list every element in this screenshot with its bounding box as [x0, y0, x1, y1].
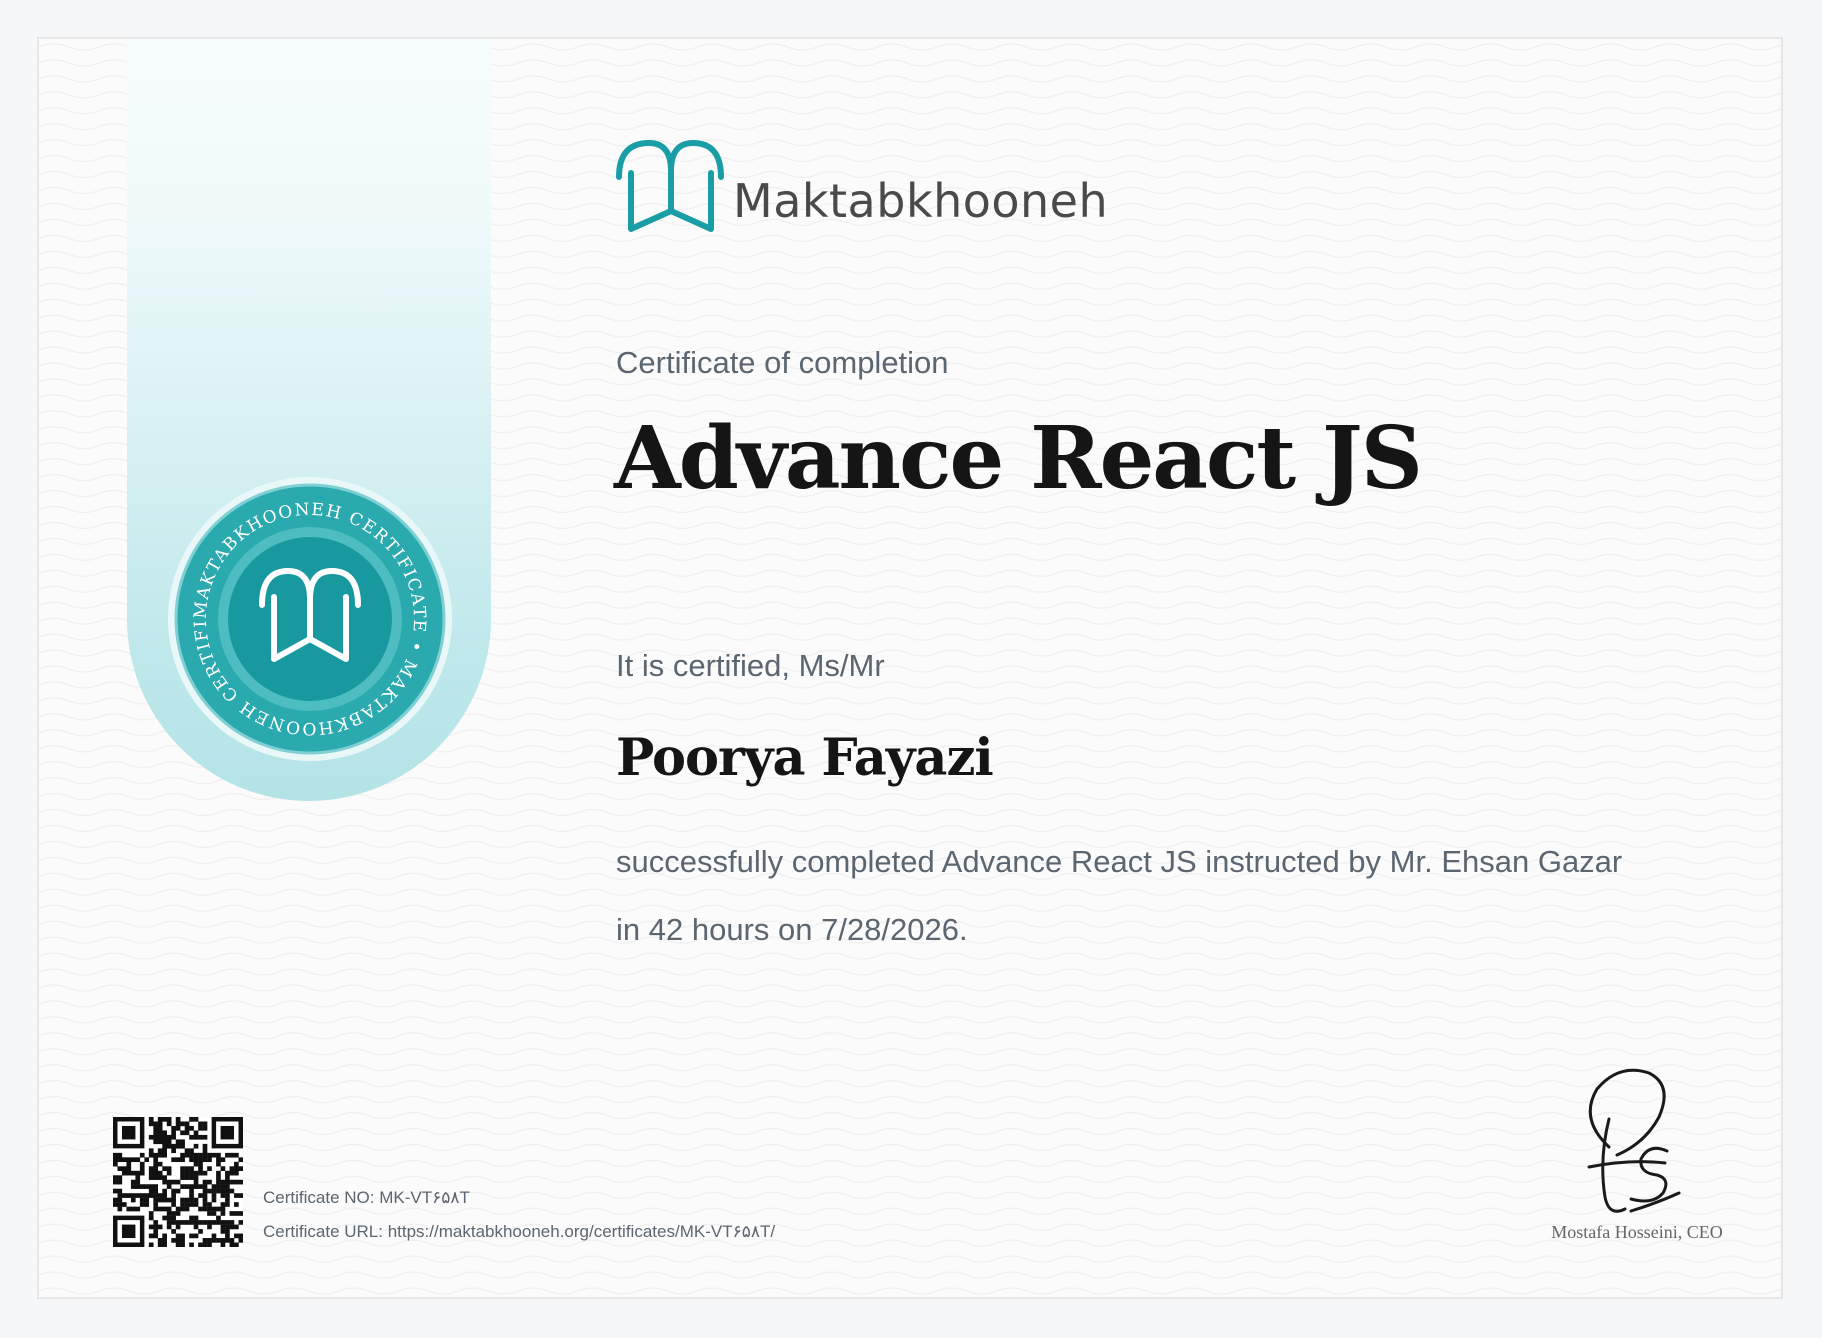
- certificate-url[interactable]: Certificate URL: https://maktabkhooneh.o…: [263, 1222, 775, 1242]
- certified-label: It is certified, Ms/Mr: [616, 648, 885, 683]
- recipient-name: Poorya Fayazi: [616, 728, 994, 788]
- certificate-number: Certificate NO: MK-VT۶۵۸T: [263, 1188, 470, 1207]
- certificate-document: MAKTABKHOONEH CERTIFICATE • MAKTABKHOONE…: [37, 37, 1783, 1299]
- signer-name: Mostafa Hosseini, CEO: [1551, 1222, 1723, 1242]
- certificate-seal-icon: MAKTABKHOONEH CERTIFICATE • MAKTABKHOONE…: [166, 475, 452, 761]
- page: MAKTABKHOONEH CERTIFICATE • MAKTABKHOONE…: [0, 0, 1822, 1338]
- ceo-signature-icon: [1587, 1068, 1681, 1213]
- completion-statement-line-2: in 42 hours on 7/28/2026.: [616, 912, 968, 947]
- qr-code-icon[interactable]: [113, 1117, 243, 1247]
- brand-wordmark: Maktabkhooneh: [733, 174, 1109, 228]
- course-title: Advance React JS: [614, 408, 1423, 509]
- certificate-label: Certificate of completion: [616, 345, 949, 380]
- completion-statement-line-1: successfully completed Advance React JS …: [616, 844, 1623, 879]
